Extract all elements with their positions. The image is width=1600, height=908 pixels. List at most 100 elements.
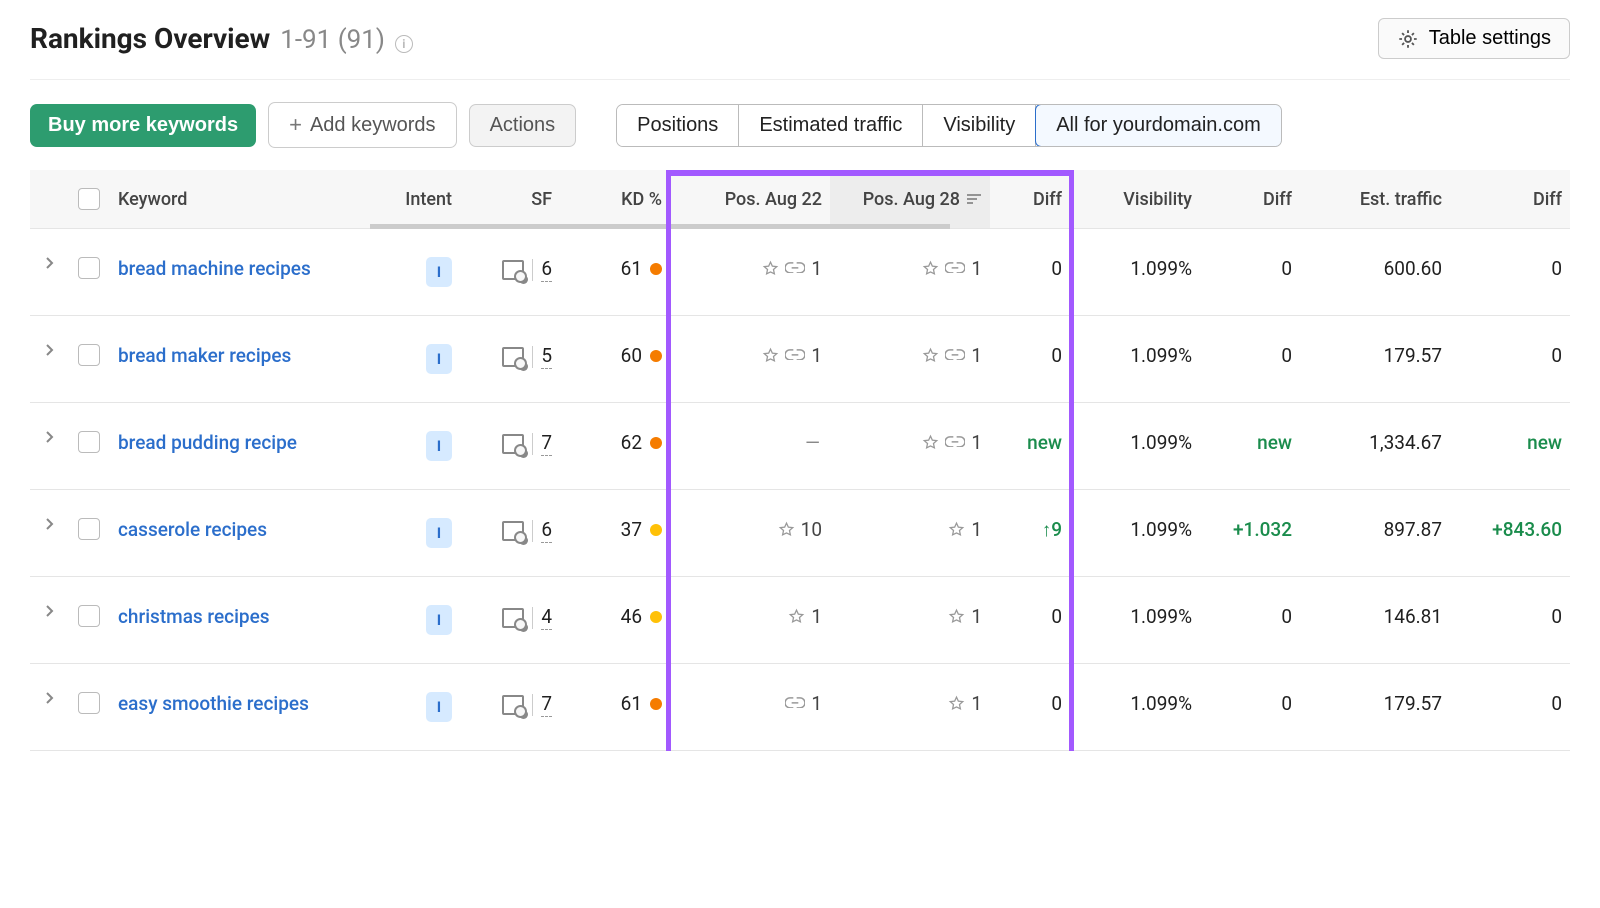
column-vis-diff[interactable]: Diff — [1200, 170, 1300, 229]
tab-all-for-yourdomain-com[interactable]: All for yourdomain.com — [1035, 104, 1282, 147]
add-keywords-label: Add keywords — [310, 114, 436, 137]
keyword-link[interactable]: bread machine recipes — [118, 257, 311, 280]
column-checkbox — [70, 170, 110, 229]
row-checkbox[interactable] — [78, 518, 100, 540]
column-diff[interactable]: Diff — [990, 170, 1070, 229]
position-value: 1 — [971, 518, 982, 541]
tab-positions[interactable]: Positions — [617, 105, 739, 146]
serp-features-icon[interactable] — [502, 695, 524, 715]
diff-value: new — [1027, 431, 1062, 454]
star-icon — [788, 608, 805, 625]
column-visibility[interactable]: Visibility — [1070, 170, 1200, 229]
column-keyword[interactable]: Keyword — [110, 170, 370, 229]
traffic-diff-cell: 0 — [1450, 664, 1570, 751]
intent-pill[interactable]: I — [426, 692, 452, 722]
column-sf[interactable]: SF — [460, 170, 560, 229]
column-pos-prev[interactable]: Pos. Aug 22 — [670, 170, 830, 229]
keyword-cell: bread maker recipes — [110, 316, 370, 403]
serp-features-icon[interactable] — [502, 260, 524, 280]
keyword-link[interactable]: bread pudding recipe — [118, 431, 297, 454]
row-checkbox[interactable] — [78, 344, 100, 366]
keyword-link[interactable]: casserole recipes — [118, 518, 267, 541]
position-value: 1 — [971, 344, 982, 367]
view-tabs: PositionsEstimated trafficVisibilityAll … — [616, 104, 1282, 147]
intent-pill[interactable]: I — [426, 431, 452, 461]
expand-row[interactable] — [30, 403, 70, 490]
expand-row[interactable] — [30, 229, 70, 316]
sort-icon — [966, 192, 982, 206]
actions-button[interactable]: Actions — [469, 104, 577, 147]
page-range: 1-91 (91) — [280, 25, 385, 55]
star-icon — [922, 260, 939, 277]
link-icon — [945, 262, 965, 276]
vis-diff-value: 0 — [1281, 605, 1292, 628]
expand-row[interactable] — [30, 664, 70, 751]
column-kd[interactable]: KD % — [560, 170, 670, 229]
serp-features-icon[interactable] — [502, 434, 524, 454]
serp-features-icon[interactable] — [502, 347, 524, 367]
keyword-link[interactable]: easy smoothie recipes — [118, 692, 309, 715]
expand-row[interactable] — [30, 577, 70, 664]
diff-cell: 0 — [990, 316, 1070, 403]
row-checkbox[interactable] — [78, 692, 100, 714]
keyword-cell: easy smoothie recipes — [110, 664, 370, 751]
row-checkbox[interactable] — [78, 431, 100, 453]
column-intent[interactable]: Intent — [370, 170, 460, 229]
pos-cur-cell: 1 — [830, 316, 990, 403]
pos-prev-cell: 1 — [670, 229, 830, 316]
keyword-cell: christmas recipes — [110, 577, 370, 664]
kd-value: 61 — [621, 257, 642, 280]
kd-cell: 62 — [560, 403, 670, 490]
traffic-diff-value: 0 — [1551, 257, 1562, 280]
position-value: 1 — [811, 344, 822, 367]
intent-cell: I — [370, 229, 460, 316]
buy-more-keywords-button[interactable]: Buy more keywords — [30, 104, 256, 147]
column-traffic-diff[interactable]: Diff — [1450, 170, 1570, 229]
add-keywords-button[interactable]: + Add keywords — [268, 102, 456, 148]
page-title: Rankings Overview — [30, 22, 270, 55]
sf-cell: 4 — [460, 577, 560, 664]
intent-pill[interactable]: I — [426, 518, 452, 548]
position-value: 1 — [971, 431, 982, 454]
traffic-diff-cell: 0 — [1450, 316, 1570, 403]
checkbox-cell — [70, 403, 110, 490]
diff-cell: 0 — [990, 577, 1070, 664]
position-value: 10 — [801, 518, 822, 541]
visibility-cell: 1.099% — [1070, 490, 1200, 577]
kd-cell: 60 — [560, 316, 670, 403]
toolbar: Buy more keywords + Add keywords Actions… — [30, 80, 1570, 170]
star-icon — [948, 521, 965, 538]
column-est-traffic[interactable]: Est. traffic — [1300, 170, 1450, 229]
kd-dot-icon — [650, 350, 662, 362]
expand-row[interactable] — [30, 316, 70, 403]
position-value: 1 — [811, 257, 822, 280]
keyword-link[interactable]: bread maker recipes — [118, 344, 291, 367]
intent-cell: I — [370, 403, 460, 490]
visibility-cell: 1.099% — [1070, 577, 1200, 664]
tab-visibility[interactable]: Visibility — [923, 105, 1036, 146]
star-icon — [922, 347, 939, 364]
intent-pill[interactable]: I — [426, 257, 452, 287]
sf-value: 5 — [541, 344, 552, 369]
diff-cell: 0 — [990, 229, 1070, 316]
info-icon[interactable]: i — [395, 35, 413, 53]
expand-row[interactable] — [30, 490, 70, 577]
table-settings-button[interactable]: Table settings — [1378, 18, 1570, 59]
table-settings-label: Table settings — [1429, 27, 1551, 50]
checkbox-cell — [70, 490, 110, 577]
intent-pill[interactable]: I — [426, 605, 452, 635]
column-pos-cur[interactable]: Pos. Aug 28 — [830, 170, 990, 229]
serp-features-icon[interactable] — [502, 521, 524, 541]
checkbox-all[interactable] — [78, 188, 100, 210]
est-traffic-cell: 146.81 — [1300, 577, 1450, 664]
row-checkbox[interactable] — [78, 257, 100, 279]
est-traffic-cell: 179.57 — [1300, 664, 1450, 751]
keyword-link[interactable]: christmas recipes — [118, 605, 270, 628]
serp-features-icon[interactable] — [502, 608, 524, 628]
link-icon — [945, 436, 965, 450]
row-checkbox[interactable] — [78, 605, 100, 627]
est-traffic-value: 146.81 — [1384, 605, 1442, 628]
tab-estimated-traffic[interactable]: Estimated traffic — [739, 105, 923, 146]
intent-pill[interactable]: I — [426, 344, 452, 374]
vis-diff-cell: 0 — [1200, 664, 1300, 751]
